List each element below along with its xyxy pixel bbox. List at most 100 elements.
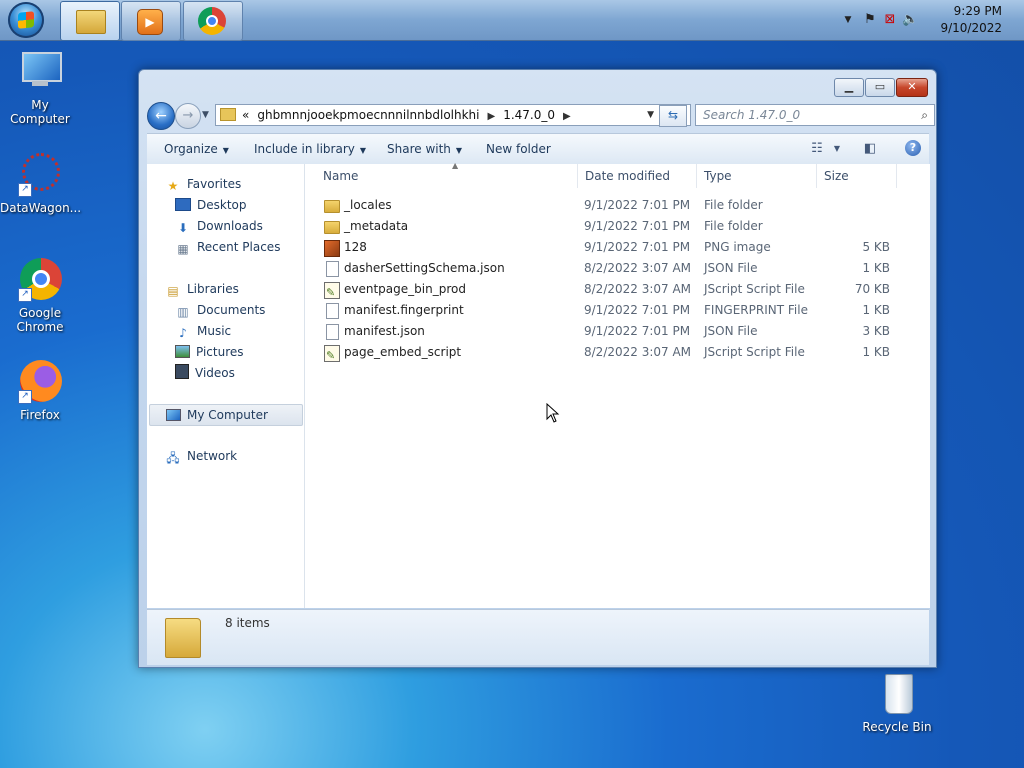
column-header-name[interactable]: Name ▲	[316, 161, 578, 188]
file-row[interactable]: _metadata 9/1/2022 7:01 PM File folder	[305, 216, 925, 237]
taskbar-media-player-button[interactable]: ▶	[121, 1, 181, 41]
search-icon[interactable]: ⌕	[914, 105, 928, 125]
nav-label: Favorites	[187, 177, 242, 191]
file-date-modified: 9/1/2022 7:01 PM	[584, 303, 691, 317]
file-date-modified: 9/1/2022 7:01 PM	[584, 324, 691, 338]
address-overflow[interactable]: «	[242, 108, 249, 122]
clock[interactable]: 9:29 PM 9/10/2022	[940, 3, 1002, 37]
firefox-icon: ↗	[18, 360, 62, 404]
details-pane: 8 items	[147, 609, 929, 665]
back-button[interactable]: ←	[147, 102, 175, 130]
folder-icon	[324, 200, 340, 213]
share-with-label: Share with	[387, 142, 451, 156]
script-file-icon	[324, 282, 340, 303]
file-row[interactable]: manifest.json 9/1/2022 7:01 PM JSON File 3 …	[305, 321, 925, 342]
taskbar-chrome-button[interactable]	[183, 1, 243, 41]
desktop-icon	[175, 198, 191, 211]
change-view-icon[interactable]: ☷	[809, 141, 825, 157]
column-header-type[interactable]: Type	[697, 164, 817, 188]
new-folder-button[interactable]: New folder	[486, 134, 551, 164]
start-button[interactable]	[8, 2, 44, 38]
column-label: Type	[704, 169, 732, 183]
column-header-date-modified[interactable]: Date modified	[578, 164, 697, 188]
desktop-icon-my-computer[interactable]: My Computer	[0, 50, 80, 126]
file-list: Name ▲ Date modified Type Size _locales 9/…	[305, 161, 930, 608]
explorer-window: ▁ ▭ ✕ ← → ▼ « ghbmnnjooekpmoecnnnilnnbdlolh…	[138, 69, 937, 668]
include-in-library-button[interactable]: Include in library ▼	[254, 134, 366, 164]
network-icon[interactable]: ⊠	[882, 12, 898, 28]
volume-icon[interactable]: 🔈	[902, 12, 918, 28]
file-type: JScript Script File	[704, 345, 805, 359]
back-arrow-icon: ←	[155, 108, 167, 124]
folder-icon	[76, 10, 106, 34]
nav-libraries[interactable]: ▤ Libraries	[165, 279, 317, 299]
file-row[interactable]: 128 9/1/2022 7:01 PM PNG image 5 KB	[305, 237, 925, 258]
nav-label: Documents	[197, 303, 266, 317]
taskbar-explorer-button[interactable]	[60, 1, 120, 41]
desktop-icon-label: My Computer	[10, 98, 70, 126]
navigation-pane: ★ Favorites Desktop ⬇ Downloads ▦ Recent Pl…	[147, 164, 305, 608]
breadcrumb-chevron-icon[interactable]: ▶	[488, 111, 496, 122]
nav-favorites[interactable]: ★ Favorites	[165, 174, 317, 194]
share-with-button[interactable]: Share with ▼	[387, 134, 462, 164]
file-row[interactable]: eventpage_bin_prod 8/2/2022 3:07 AM JScrip…	[305, 279, 925, 303]
view-options-dropdown[interactable]: ▼	[829, 141, 845, 157]
desktop-icon-recycle-bin[interactable]: Recycle Bin	[857, 672, 937, 734]
address-dropdown-icon[interactable]: ▼	[647, 105, 654, 125]
desktop-icon-google-chrome[interactable]: ↗ Google Chrome	[0, 258, 80, 334]
action-center-flag-icon[interactable]: ⚑	[862, 12, 878, 28]
address-segment[interactable]: ghbmnnjooekpmoecnnnilnnbdlolhkhi	[257, 108, 479, 122]
file-date-modified: 9/1/2022 7:01 PM	[584, 219, 691, 233]
search-input[interactable]: Search 1.47.0_0 ⌕	[695, 104, 935, 126]
desktop-icon-firefox[interactable]: ↗ Firefox	[0, 360, 80, 422]
nav-my-computer[interactable]: My Computer	[149, 404, 303, 426]
organize-button[interactable]: Organize ▼	[164, 134, 229, 164]
file-type: JScript Script File	[704, 282, 805, 296]
file-name: manifest.fingerprint	[344, 303, 464, 317]
file-name: _metadata	[344, 219, 409, 233]
star-icon: ★	[167, 179, 179, 193]
nav-label: Libraries	[187, 282, 239, 296]
file-row[interactable]: page_embed_script 8/2/2022 3:07 AM JScript…	[305, 342, 925, 366]
file-size: 1 KB	[862, 303, 890, 317]
breadcrumb-chevron-icon[interactable]: ▶	[563, 111, 571, 122]
nav-network[interactable]: 🖧 Network	[165, 446, 317, 466]
help-icon[interactable]: ?	[905, 140, 921, 156]
desktop-icon-datawagon[interactable]: ↗ DataWagon...	[0, 153, 81, 215]
forward-button[interactable]: →	[175, 103, 201, 129]
chevron-down-icon: ▼	[359, 146, 367, 155]
file-row[interactable]: dasherSettingSchema.json 8/2/2022 3:07 AM…	[305, 258, 925, 279]
refresh-button[interactable]: ⇆	[659, 105, 687, 127]
file-date-modified: 8/2/2022 3:07 AM	[584, 345, 692, 359]
sort-ascending-icon: ▲	[452, 161, 459, 170]
folder-icon	[324, 221, 340, 234]
nav-label: Downloads	[197, 219, 263, 233]
chrome-icon	[198, 7, 226, 35]
preview-pane-icon[interactable]: ◧	[862, 141, 878, 157]
maximize-button[interactable]: ▭	[865, 78, 895, 97]
file-name: _locales	[344, 198, 392, 212]
refresh-icon: ⇆	[667, 108, 679, 122]
shortcut-arrow-icon: ↗	[18, 390, 32, 404]
organize-label: Organize	[164, 142, 218, 156]
file-type: File folder	[704, 198, 763, 212]
column-label: Size	[824, 169, 849, 183]
file-icon	[326, 303, 339, 319]
file-type: File folder	[704, 219, 763, 233]
address-segment[interactable]: 1.47.0_0	[503, 108, 555, 122]
column-header-size[interactable]: Size	[817, 164, 897, 188]
minimize-button[interactable]: ▁	[834, 78, 864, 97]
documents-icon: ▥	[177, 305, 189, 319]
recent-pages-dropdown[interactable]: ▼	[202, 110, 209, 120]
address-bar[interactable]: « ghbmnnjooekpmoecnnnilnnbdlolhkhi ▶ 1.47.0…	[215, 104, 691, 126]
close-button[interactable]: ✕	[896, 78, 928, 97]
shortcut-arrow-icon: ↗	[18, 183, 32, 197]
file-row[interactable]: _locales 9/1/2022 7:01 PM File folder	[305, 195, 925, 216]
image-file-icon	[324, 240, 340, 257]
show-hidden-icons-arrow[interactable]: ▼	[840, 12, 856, 28]
file-name: eventpage_bin_prod	[344, 282, 466, 296]
recent-places-icon: ▦	[177, 242, 189, 256]
file-size: 1 KB	[862, 261, 890, 275]
file-row[interactable]: manifest.fingerprint 9/1/2022 7:01 PM FING…	[305, 300, 925, 321]
file-type: JSON File	[704, 261, 758, 275]
